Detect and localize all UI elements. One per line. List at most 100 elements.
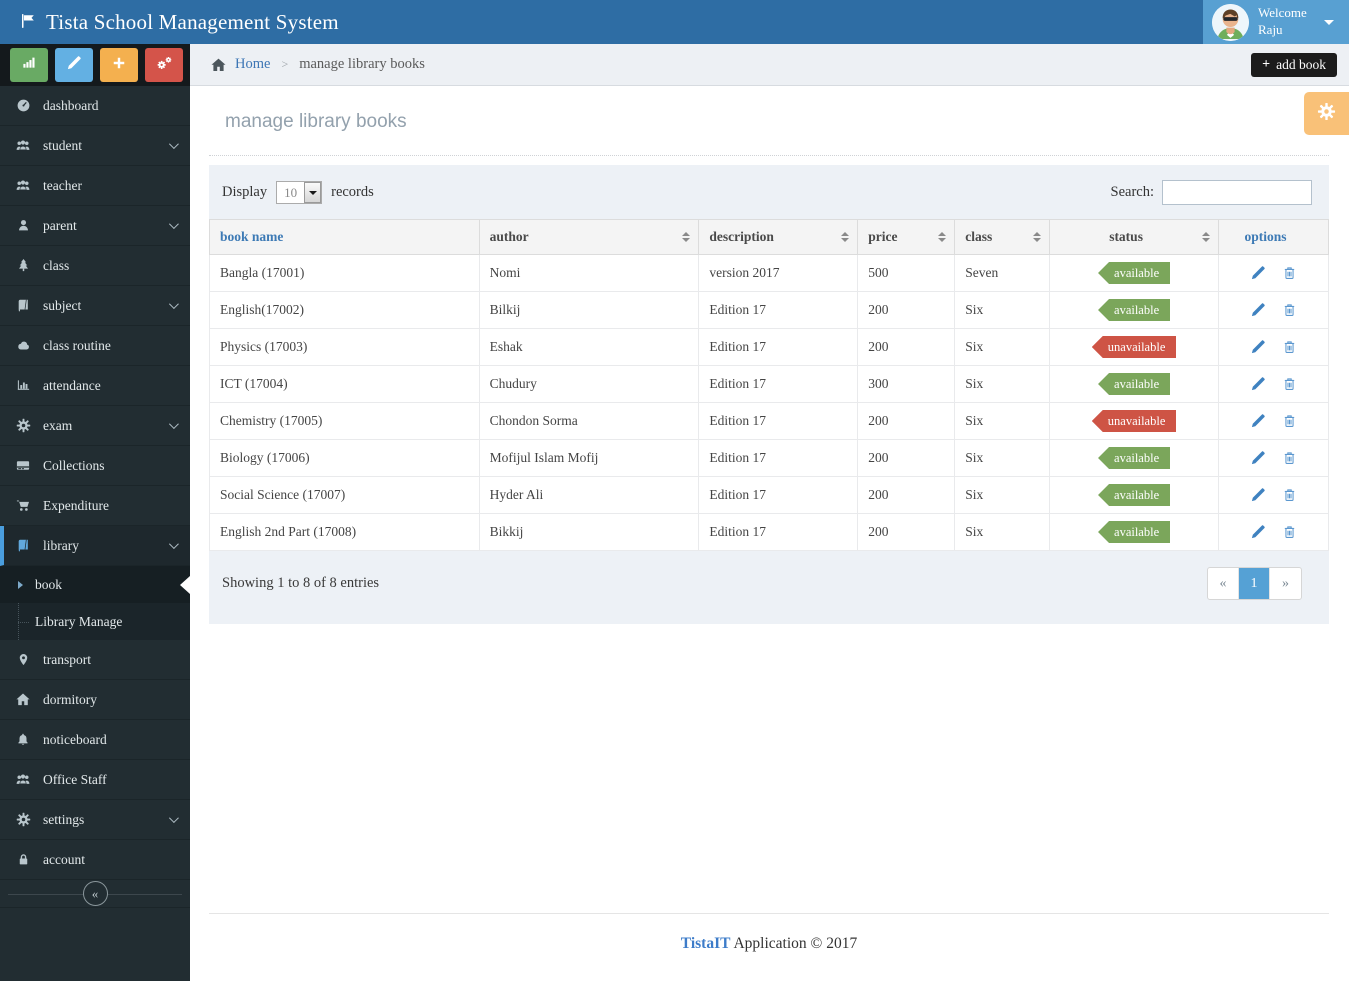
sidebar-item-exam[interactable]: exam (0, 406, 190, 446)
delete-icon[interactable] (1282, 524, 1297, 540)
theme-settings-button[interactable] (1304, 92, 1349, 135)
gear-icon (14, 812, 32, 827)
edit-icon[interactable] (1250, 450, 1266, 466)
users-icon (14, 772, 32, 787)
footer-brand-link[interactable]: TistaIT (681, 935, 731, 952)
search-input[interactable] (1162, 180, 1312, 205)
edit-icon[interactable] (1250, 339, 1266, 355)
sidebar-subitem-library-manage[interactable]: Library Manage (0, 603, 190, 640)
delete-icon[interactable] (1282, 302, 1297, 318)
cell-price: 200 (857, 291, 956, 329)
column-header-author[interactable]: author (478, 219, 700, 255)
cell-options (1218, 476, 1329, 514)
user-icon (14, 218, 32, 233)
delete-icon[interactable] (1282, 450, 1297, 466)
pagination-page-1[interactable]: 1 (1239, 568, 1270, 599)
add-book-button[interactable]: + add book (1251, 52, 1337, 77)
library-submenu: book Library Manage (0, 566, 190, 640)
cell-status: available (1049, 476, 1220, 514)
chevron-down-icon (1323, 19, 1334, 25)
users-icon (14, 178, 32, 193)
edit-quick-button[interactable] (55, 48, 93, 82)
sort-icon (1033, 232, 1042, 242)
pagination-next-button[interactable]: » (1270, 568, 1301, 599)
cell-price: 200 (857, 328, 956, 366)
edit-icon[interactable] (1250, 413, 1266, 429)
breadcrumb-home-link[interactable]: Home (235, 56, 270, 73)
sidebar-item-dashboard[interactable]: dashboard (0, 86, 190, 126)
gear-icon (1317, 102, 1336, 126)
dashboard-icon (14, 98, 32, 113)
column-header-price[interactable]: price (857, 219, 956, 255)
cloud-icon (14, 338, 32, 353)
cell-description: Edition 17 (698, 513, 859, 551)
edit-icon[interactable] (1250, 302, 1266, 318)
cell-author: Hyder Ali (478, 476, 700, 514)
edit-icon[interactable] (1250, 376, 1266, 392)
sidebar-item-dormitory[interactable]: dormitory (0, 680, 190, 720)
sidebar-item-attendance[interactable]: attendance (0, 366, 190, 406)
status-badge: unavailable (1091, 336, 1177, 358)
delete-icon[interactable] (1282, 376, 1297, 392)
stats-quick-button[interactable] (10, 48, 48, 82)
cell-description: Edition 17 (698, 439, 859, 477)
welcome-text: Welcome Raju (1258, 5, 1307, 37)
table-row: ICT (17004) Chudury Edition 17 300 Six availa… (209, 365, 1329, 403)
cell-status: unavailable (1049, 402, 1220, 440)
cell-description: Edition 17 (698, 476, 859, 514)
sidebar-collapse-button[interactable]: « (82, 881, 108, 906)
sidebar-item-library[interactable]: library (0, 526, 190, 566)
datatable-widget: Display 10 records Search: book name aut… (209, 165, 1329, 624)
sidebar-item-class-routine[interactable]: class routine (0, 326, 190, 366)
status-badge: unavailable (1091, 410, 1177, 432)
column-header-book-name: book name (209, 219, 480, 255)
sidebar-item-expenditure[interactable]: Expenditure (0, 486, 190, 526)
cell-book-name: English 2nd Part (17008) (209, 513, 480, 551)
cell-author: Chondon Sorma (478, 402, 700, 440)
top-header-bar: Tista School Management System Welcome R… (0, 0, 1349, 44)
table-row: English(17002) Bilkij Edition 17 200 Six avai… (209, 291, 1329, 329)
page-size-select[interactable]: 10 (276, 181, 323, 204)
sidebar-item-class[interactable]: class (0, 246, 190, 286)
column-header-class[interactable]: class (954, 219, 1051, 255)
sidebar-item-noticeboard[interactable]: noticeboard (0, 720, 190, 760)
sidebar-subitem-book[interactable]: book (0, 566, 190, 603)
gears-icon (156, 55, 173, 76)
sidebar-item-account[interactable]: account (0, 840, 190, 880)
search-label: Search: (1110, 184, 1154, 200)
sidebar-item-parent[interactable]: parent (0, 206, 190, 246)
sidebar-item-settings[interactable]: settings (0, 800, 190, 840)
sidebar-item-office-staff[interactable]: Office Staff (0, 760, 190, 800)
sidebar-item-teacher[interactable]: teacher (0, 166, 190, 206)
chevron-down-icon (168, 419, 179, 430)
edit-icon[interactable] (1250, 524, 1266, 540)
sort-icon (1202, 232, 1211, 242)
cell-author: Nomi (478, 254, 700, 292)
edit-icon[interactable] (1250, 265, 1266, 281)
cell-price: 300 (857, 365, 956, 403)
cell-book-name: Biology (17006) (209, 439, 480, 477)
cell-book-name: Bangla (17001) (209, 254, 480, 292)
status-badge: available (1098, 262, 1171, 284)
sidebar-item-collections[interactable]: Collections (0, 446, 190, 486)
cell-options (1218, 254, 1329, 292)
column-header-description[interactable]: description (698, 219, 859, 255)
sidebar-item-student[interactable]: student (0, 126, 190, 166)
add-quick-button[interactable] (100, 48, 138, 82)
status-badge: available (1098, 373, 1171, 395)
user-menu[interactable]: Welcome Raju (1203, 0, 1349, 44)
delete-icon[interactable] (1282, 339, 1297, 355)
sidebar-item-transport[interactable]: transport (0, 640, 190, 680)
flag-icon (20, 10, 37, 35)
delete-icon[interactable] (1282, 265, 1297, 281)
sidebar-item-subject[interactable]: subject (0, 286, 190, 326)
settings-quick-button[interactable] (145, 48, 183, 82)
column-header-status[interactable]: status (1049, 219, 1220, 255)
edit-icon[interactable] (1250, 487, 1266, 503)
cell-status: available (1049, 291, 1220, 329)
cell-price: 200 (857, 402, 956, 440)
delete-icon[interactable] (1282, 413, 1297, 429)
cell-description: Edition 17 (698, 365, 859, 403)
delete-icon[interactable] (1282, 487, 1297, 503)
pagination-prev-button[interactable]: « (1208, 568, 1239, 599)
